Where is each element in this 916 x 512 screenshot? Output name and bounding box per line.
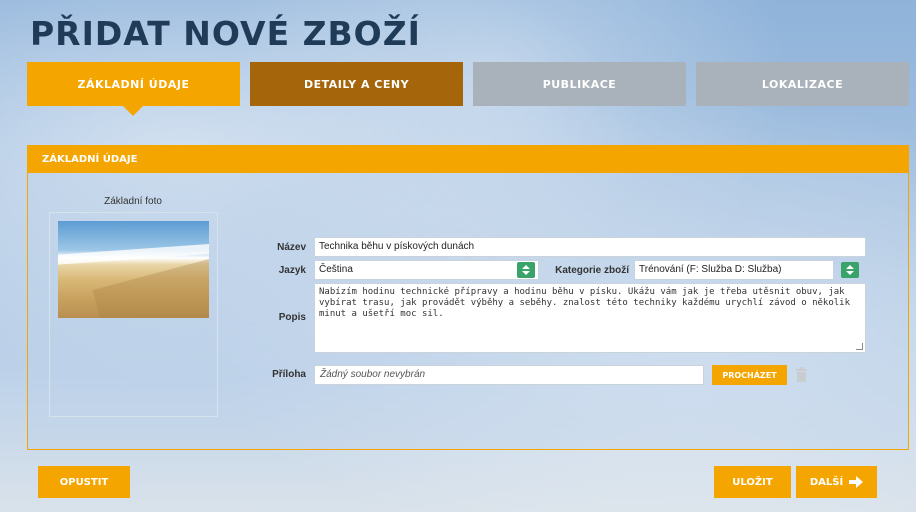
description-label: Popis: [278, 312, 306, 323]
arrow-right-icon: [849, 476, 864, 488]
tab-publication[interactable]: PUBLIKACE: [473, 62, 686, 106]
next-label: DALŠÍ: [809, 476, 844, 488]
language-select[interactable]: Čeština: [314, 260, 539, 280]
browse-button[interactable]: PROCHÁZET: [712, 365, 787, 385]
cancel-button[interactable]: OPUSTIT: [38, 466, 130, 498]
up-down-chevron-icon[interactable]: [841, 262, 859, 278]
attachment-field[interactable]: Žádný soubor nevybrán: [314, 365, 704, 385]
attachment-label: Příloha: [272, 369, 306, 380]
panel-header: ZÁKLADNÍ ÚDAJE: [28, 146, 908, 173]
trash-icon[interactable]: [796, 367, 807, 382]
tab-basic-info[interactable]: ZÁKLADNÍ ÚDAJE: [27, 62, 240, 116]
save-label: ULOŽIT: [732, 476, 773, 488]
language-label: Jazyk: [278, 265, 306, 276]
category-select[interactable]: Trénování (F: Služba D: Služba): [634, 260, 834, 280]
resize-handle[interactable]: [856, 343, 863, 350]
basic-info-panel: ZÁKLADNÍ ÚDAJE Základní foto Název Techn…: [27, 145, 909, 450]
name-label: Název: [277, 242, 306, 253]
photo-dropzone[interactable]: [49, 212, 218, 417]
wizard-tabs: ZÁKLADNÍ ÚDAJE DETAILY A CENY PUBLIKACE …: [27, 62, 909, 116]
category-value: Trénování (F: Služba D: Služba): [639, 264, 782, 275]
photo-label: Základní foto: [104, 196, 162, 207]
save-button[interactable]: ULOŽIT: [714, 466, 791, 498]
name-field[interactable]: Technika běhu v pískových dunách: [314, 237, 866, 257]
up-down-chevron-icon[interactable]: [517, 262, 535, 278]
language-value: Čeština: [319, 264, 353, 275]
product-photo: [58, 221, 209, 318]
next-button[interactable]: DALŠÍ: [796, 466, 877, 498]
category-label: Kategorie zboží: [555, 265, 629, 276]
description-textarea[interactable]: Nabízím hodinu technické přípravy a hodi…: [314, 283, 866, 353]
page-title: PŘIDAT NOVÉ ZBOŽÍ: [30, 14, 421, 53]
tab-details-prices[interactable]: DETAILY A CENY: [250, 62, 463, 106]
cancel-label: OPUSTIT: [59, 476, 109, 488]
tab-localization[interactable]: LOKALIZACE: [696, 62, 909, 106]
description-text: Nabízím hodinu technické přípravy a hodi…: [319, 287, 851, 319]
